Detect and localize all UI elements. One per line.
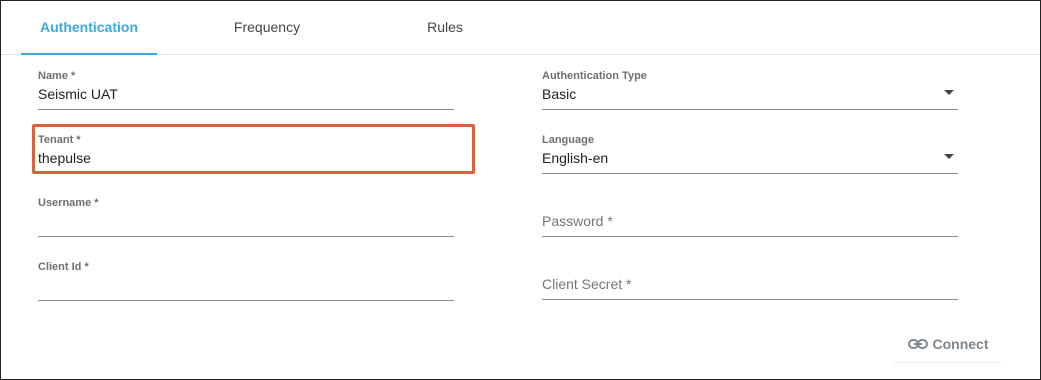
tab-frequency[interactable]: Frequency xyxy=(201,1,333,55)
password-placeholder[interactable]: Password * xyxy=(542,213,613,229)
tenant-field[interactable]: Tenant * thepulse xyxy=(38,134,454,174)
name-underline xyxy=(38,109,454,110)
authentication-type-label: Authentication Type xyxy=(542,70,647,82)
username-field[interactable]: Username * xyxy=(38,197,454,237)
authentication-type-value[interactable]: Basic xyxy=(542,86,576,102)
password-underline xyxy=(542,236,958,237)
tenant-value[interactable]: thepulse xyxy=(38,150,91,166)
username-label: Username * xyxy=(38,197,99,209)
connect-label: Connect xyxy=(932,336,989,352)
client-secret-field[interactable]: Client Secret * xyxy=(542,260,958,300)
client-id-label: Client Id * xyxy=(38,261,89,273)
link-icon xyxy=(907,338,928,350)
chevron-down-icon[interactable] xyxy=(944,90,954,95)
client-id-field[interactable]: Client Id * xyxy=(38,261,454,301)
language-select[interactable]: Language English-en xyxy=(542,134,958,174)
name-label: Name * xyxy=(38,70,76,82)
authentication-type-select[interactable]: Authentication Type Basic xyxy=(542,70,958,110)
username-underline xyxy=(38,236,454,237)
connect-button[interactable]: Connect xyxy=(894,326,1002,363)
name-field[interactable]: Name * Seismic UAT xyxy=(38,70,454,110)
tenant-label: Tenant * xyxy=(38,134,81,146)
language-label: Language xyxy=(542,134,594,146)
chevron-down-icon[interactable] xyxy=(944,154,954,159)
settings-panel: Authentication Frequency Rules Name * Se… xyxy=(0,0,1041,380)
client-id-underline xyxy=(38,300,454,301)
name-value[interactable]: Seismic UAT xyxy=(38,86,118,102)
language-underline xyxy=(542,173,958,174)
authentication-type-underline xyxy=(542,109,958,110)
client-secret-placeholder[interactable]: Client Secret * xyxy=(542,276,631,292)
password-field[interactable]: Password * xyxy=(542,197,958,237)
client-secret-underline xyxy=(542,299,958,300)
language-value[interactable]: English-en xyxy=(542,150,608,166)
tab-authentication[interactable]: Authentication xyxy=(21,1,157,55)
tab-bar: Authentication Frequency Rules xyxy=(1,1,1040,55)
tab-rules[interactable]: Rules xyxy=(381,1,509,55)
